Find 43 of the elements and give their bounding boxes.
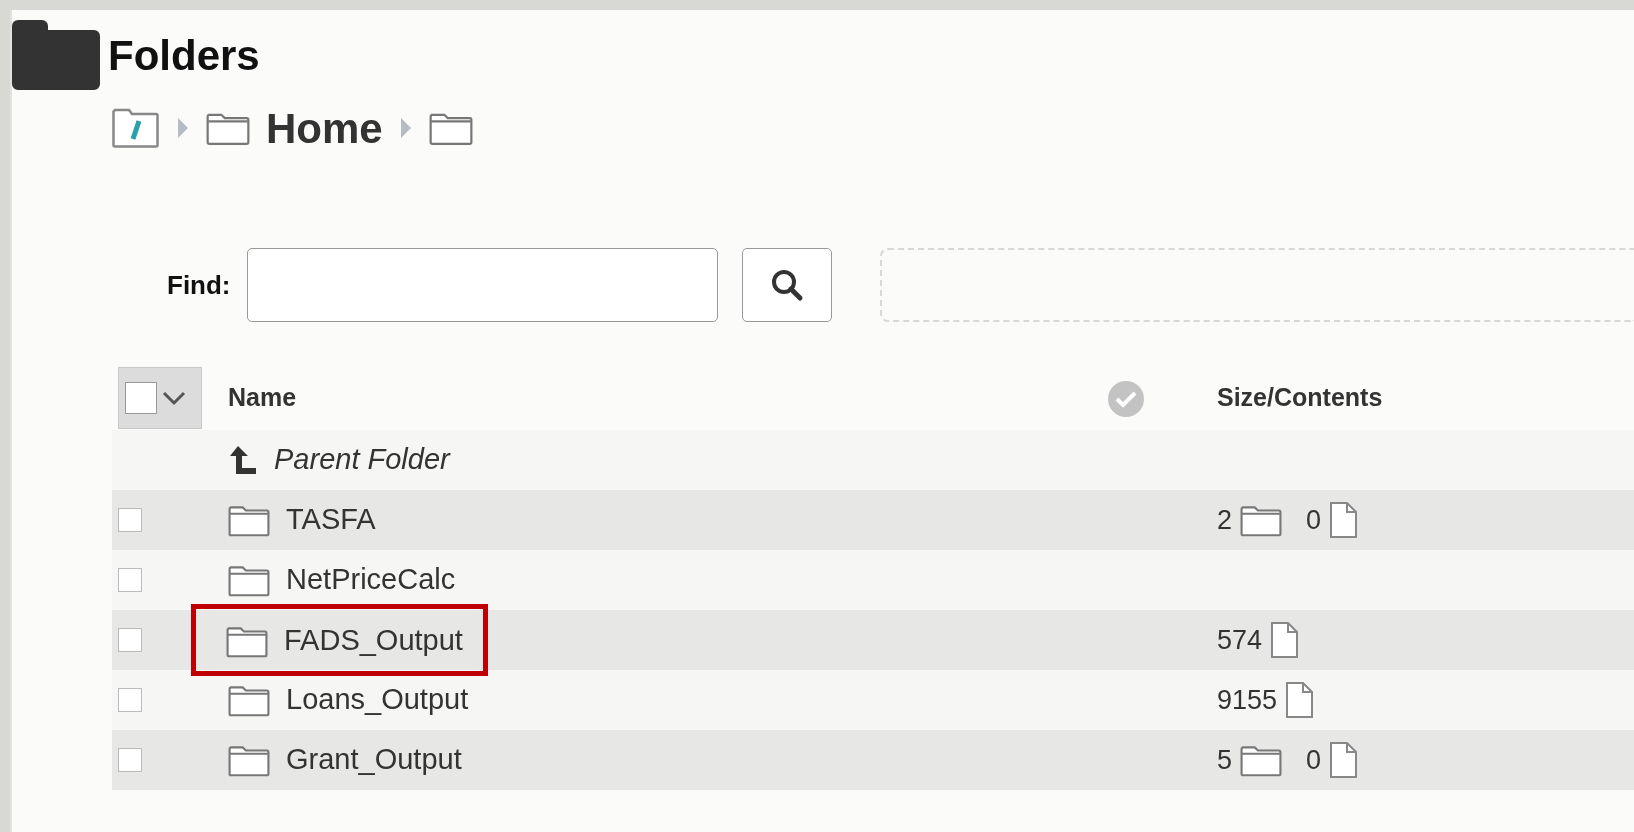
folder-icon — [228, 503, 270, 537]
folder-icon — [1240, 503, 1283, 537]
row-checkbox[interactable] — [118, 568, 142, 592]
folder-icon — [228, 563, 270, 597]
folder-icon — [226, 624, 268, 658]
check-circle-icon — [1107, 379, 1145, 418]
folder-name[interactable]: Grant_Output — [286, 738, 462, 782]
find-field[interactable] — [246, 248, 718, 322]
folder-name[interactable]: FADS_Output — [284, 619, 463, 663]
file-icon — [1329, 502, 1358, 538]
folder-icon — [12, 20, 100, 90]
row-checkbox[interactable] — [118, 748, 142, 772]
item-count: 0 — [1306, 743, 1322, 777]
item-count: 574 — [1217, 623, 1263, 657]
item-count: 5 — [1217, 743, 1233, 777]
page-title: Folders — [108, 30, 260, 81]
row-checkbox[interactable] — [118, 688, 142, 712]
drop-zone[interactable] — [879, 248, 1634, 322]
folder-icon — [1240, 743, 1283, 777]
file-icon — [1270, 622, 1299, 658]
parent-folder-link[interactable]: Parent Folder — [274, 438, 450, 482]
row-checkbox[interactable] — [118, 508, 142, 532]
folder-icon — [228, 683, 270, 717]
folder-name[interactable]: TASFA — [286, 498, 376, 542]
file-icon — [1329, 742, 1358, 778]
folder-name[interactable]: Loans_Output — [286, 678, 469, 722]
item-count: 0 — [1306, 503, 1322, 537]
item-count: 2 — [1217, 503, 1233, 537]
chevron-icon — [398, 116, 413, 140]
row-checkbox[interactable] — [118, 628, 142, 652]
caret-icon — [161, 390, 187, 406]
chevron-icon — [176, 116, 190, 140]
breadcrumb-link[interactable]: Home — [266, 96, 383, 160]
find-label: Find: — [167, 268, 231, 302]
folder-icon — [228, 743, 270, 777]
file-icon — [1285, 682, 1314, 718]
folder-name[interactable]: NetPriceCalc — [286, 558, 456, 602]
column-header[interactable]: Name — [228, 379, 297, 417]
select-all-dropdown[interactable] — [118, 367, 202, 429]
root-folder-icon[interactable] — [112, 107, 160, 149]
column-header[interactable]: Size/Contents — [1217, 379, 1383, 417]
item-count: 9155 — [1217, 683, 1278, 717]
search-button[interactable] — [741, 248, 832, 322]
